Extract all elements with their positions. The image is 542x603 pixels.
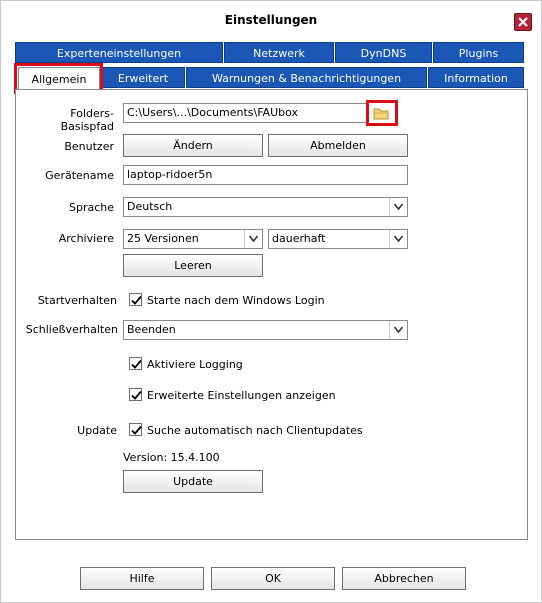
- help-button[interactable]: Hilfe: [80, 567, 204, 590]
- logging-checkbox-label: Aktiviere Logging: [147, 358, 243, 371]
- advanced-settings-checkbox[interactable]: [129, 388, 142, 401]
- close-behavior-select[interactable]: Beenden: [123, 320, 408, 340]
- folder-path-field[interactable]: C:\Users\...\Documents\FAUbox: [123, 103, 367, 123]
- tab-advanced[interactable]: Erweitert: [101, 67, 185, 88]
- highlight-browse-folder: [366, 100, 398, 126]
- startup-label: Startverhalten: [37, 294, 117, 307]
- archive-duration-value: dauerhaft: [272, 232, 326, 245]
- archive-versions-value: 25 Versionen: [127, 232, 199, 245]
- user-label: Benutzer: [64, 140, 114, 153]
- chevron-down-icon: [244, 230, 262, 248]
- cancel-button[interactable]: Abbrechen: [342, 567, 466, 590]
- settings-dialog: Einstellungen Experteneinstellungen Netz…: [0, 0, 542, 603]
- language-label: Sprache: [68, 201, 114, 214]
- chevron-down-icon: [389, 198, 407, 216]
- device-name-field[interactable]: laptop-ridoer5n: [123, 165, 408, 185]
- logout-button[interactable]: Abmelden: [268, 134, 408, 157]
- checkmark-icon: [131, 425, 142, 435]
- checkmark-icon: [131, 359, 142, 369]
- close-button[interactable]: [514, 13, 532, 31]
- tab-warnings-notifications[interactable]: Warnungen & Benachrichtigungen: [186, 67, 427, 88]
- dialog-title: Einstellungen: [224, 13, 318, 27]
- folder-path-label: Folders-Basispfad: [60, 107, 114, 133]
- update-button[interactable]: Update: [123, 470, 263, 493]
- auto-update-checkbox[interactable]: [129, 423, 142, 436]
- logging-checkbox[interactable]: [129, 357, 142, 370]
- close-behavior-value: Beenden: [127, 323, 176, 336]
- ok-button[interactable]: OK: [211, 567, 335, 590]
- version-text: Version: 15.4.100: [123, 451, 220, 464]
- auto-update-checkbox-label: Suche automatisch nach Clientupdates: [147, 424, 363, 437]
- change-user-button[interactable]: Ändern: [123, 134, 263, 157]
- chevron-down-icon: [389, 321, 407, 339]
- update-label: Update: [77, 424, 117, 437]
- language-value: Deutsch: [127, 200, 173, 213]
- chevron-down-icon: [389, 230, 407, 248]
- tab-network[interactable]: Netzwerk: [224, 42, 334, 63]
- tab-dyndns[interactable]: DynDNS: [335, 42, 432, 63]
- close-behavior-label: Schließverhalten: [25, 323, 118, 336]
- device-name-label: Gerätename: [45, 169, 114, 182]
- archive-label: Archiviere: [58, 232, 114, 245]
- tab-plugins[interactable]: Plugins: [433, 42, 524, 63]
- language-select[interactable]: Deutsch: [123, 197, 408, 217]
- advanced-settings-checkbox-label: Erweiterte Einstellungen anzeigen: [147, 389, 336, 402]
- close-icon: [518, 17, 528, 27]
- startup-checkbox-label: Starte nach dem Windows Login: [147, 294, 325, 307]
- archive-versions-select[interactable]: 25 Versionen: [123, 229, 263, 249]
- tab-expert-settings[interactable]: Experteneinstellungen: [15, 42, 223, 63]
- checkmark-icon: [131, 295, 142, 305]
- clear-archive-button[interactable]: Leeren: [123, 254, 263, 277]
- checkmark-icon: [131, 390, 142, 400]
- tab-information[interactable]: Information: [428, 67, 524, 88]
- startup-checkbox[interactable]: [129, 293, 142, 306]
- archive-duration-select[interactable]: dauerhaft: [268, 229, 408, 249]
